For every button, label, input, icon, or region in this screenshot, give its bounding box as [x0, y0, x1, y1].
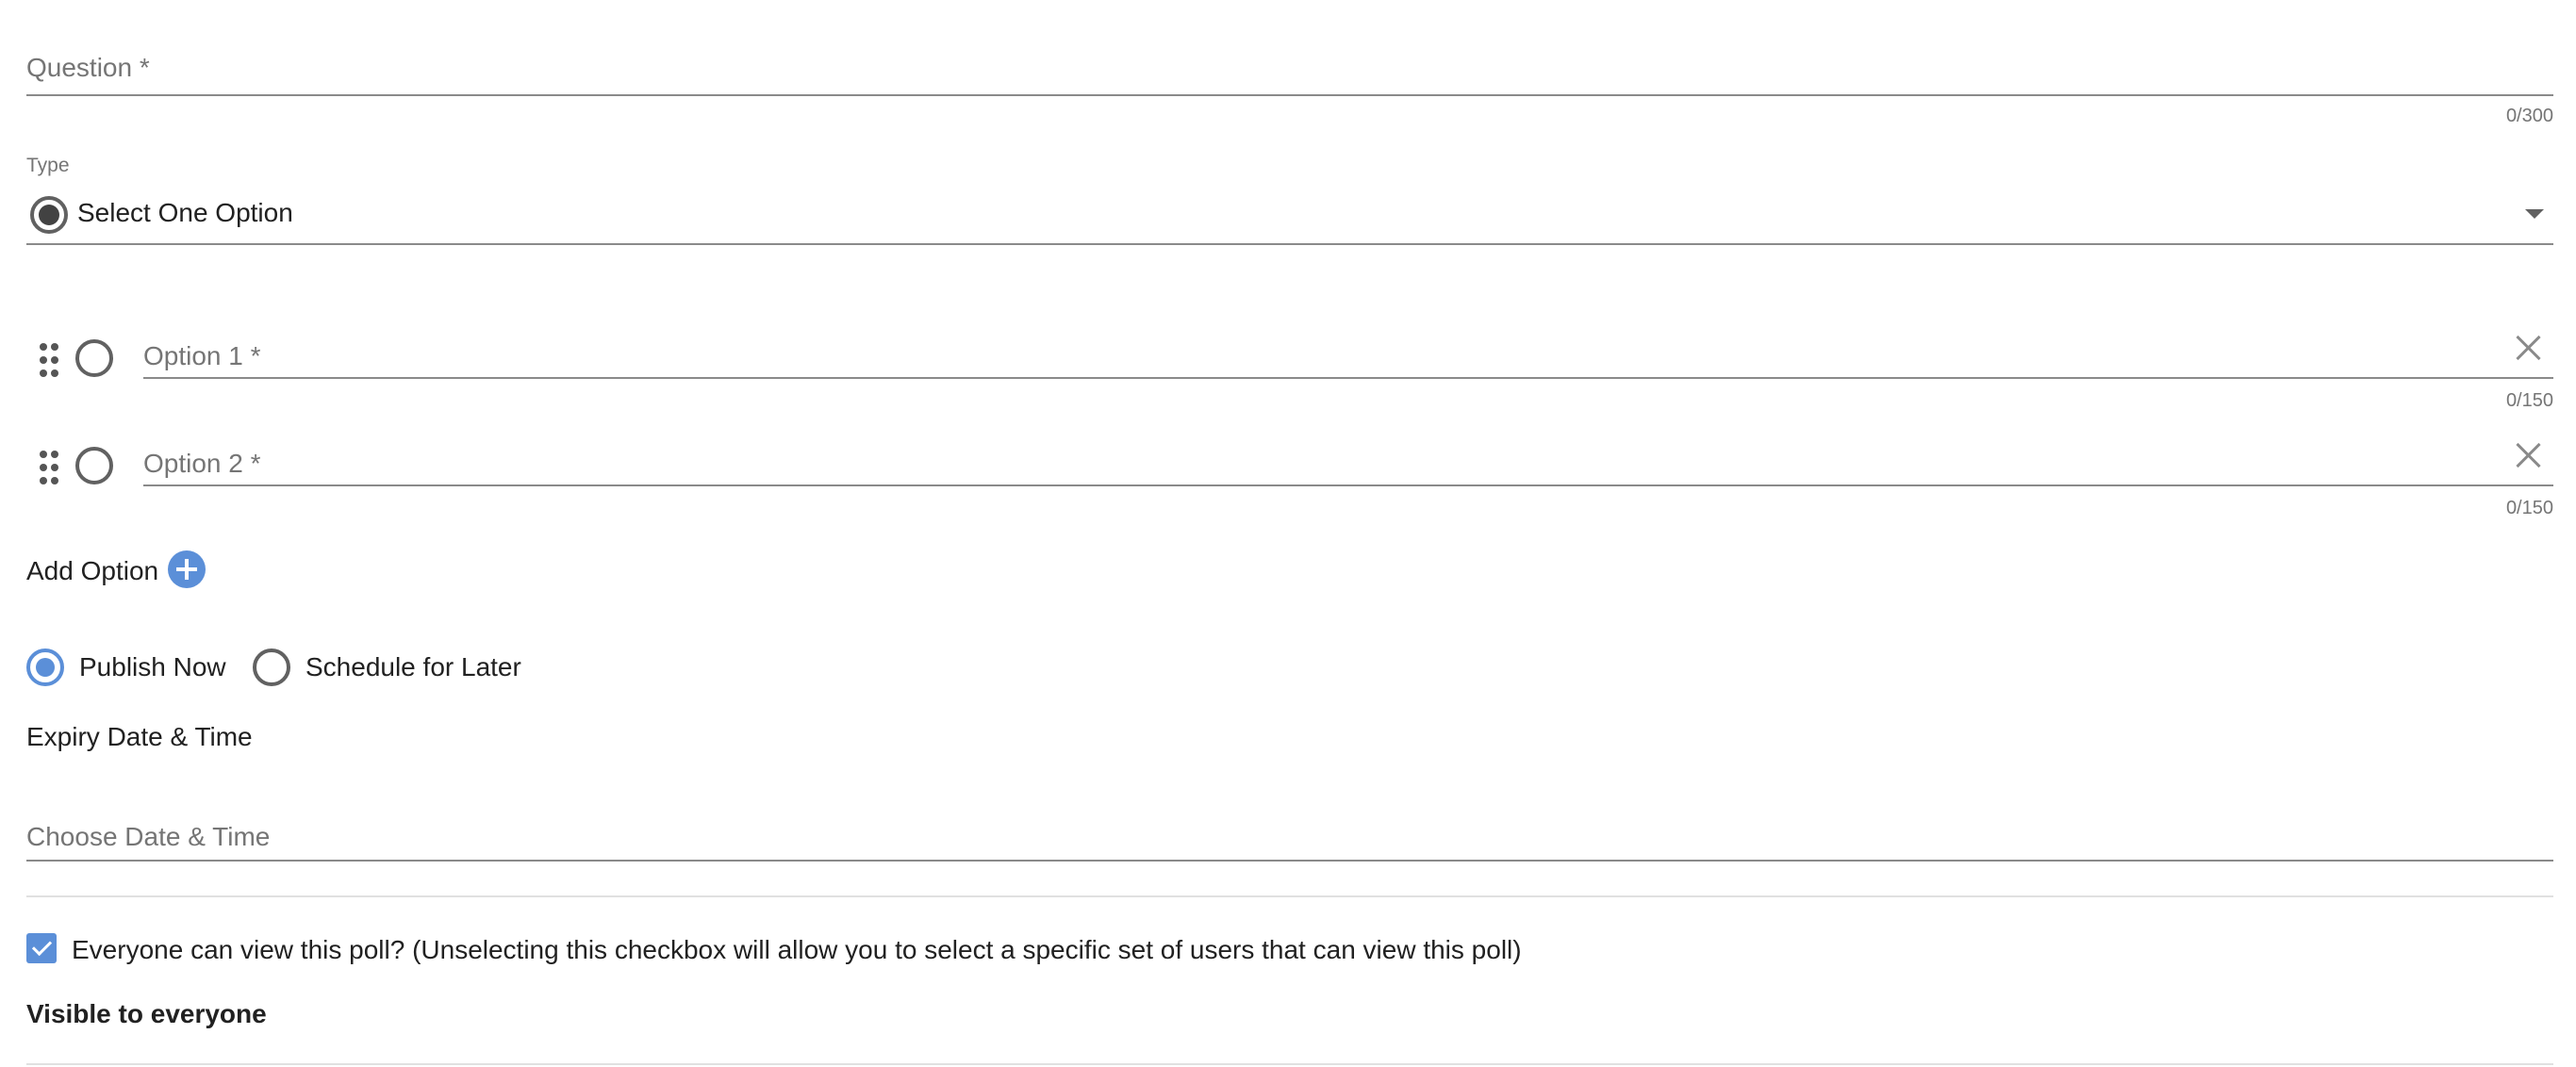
add-option-label: Add Option — [26, 556, 159, 585]
publish-now-radio[interactable]: Publish Now — [26, 647, 243, 690]
everyone-view-checkbox[interactable]: Everyone can view this poll? (Unselectin… — [26, 927, 1573, 969]
expiry-label: Expiry Date & Time — [26, 722, 253, 751]
type-select[interactable]: Select One Option — [26, 185, 2553, 243]
question-counter: 0/300 — [2505, 106, 2553, 126]
option-input[interactable]: Option 1 * — [143, 341, 261, 371]
option-underline — [143, 484, 2553, 486]
divider — [26, 1063, 2553, 1065]
option-row: Option 2 * — [26, 437, 2553, 522]
divider — [26, 895, 2553, 897]
question-placeholder: Question * — [26, 53, 150, 82]
close-icon[interactable] — [2512, 332, 2544, 364]
question-field[interactable]: Question * — [26, 38, 2553, 96]
drag-handle-icon[interactable] — [40, 451, 58, 484]
option-counter: 0/150 — [2505, 390, 2553, 411]
option-input[interactable]: Option 2 * — [143, 449, 261, 479]
schedule-later-radio[interactable]: Schedule for Later — [253, 647, 536, 690]
option-radio-icon — [75, 447, 113, 484]
chevron-down-icon — [2525, 209, 2544, 219]
visibility-status: Visible to everyone — [26, 999, 267, 1028]
option-counter: 0/150 — [2505, 498, 2553, 518]
expiry-underline — [26, 860, 2553, 862]
radio-selected-icon — [30, 196, 68, 234]
type-underline — [26, 243, 2553, 245]
schedule-later-label: Schedule for Later — [305, 652, 521, 681]
everyone-view-label: Everyone can view this poll? (Unselectin… — [72, 935, 1522, 964]
expiry-date-input[interactable]: Choose Date & Time — [26, 809, 2553, 858]
publish-now-label: Publish Now — [79, 652, 226, 681]
add-option-button[interactable]: Add Option — [26, 549, 215, 596]
checkbox-checked-icon — [26, 933, 57, 963]
question-underline — [26, 94, 2553, 96]
radio-unchecked-icon — [253, 648, 290, 686]
type-label: Type — [26, 155, 70, 176]
option-underline — [143, 377, 2553, 379]
close-icon[interactable] — [2512, 439, 2544, 471]
plus-icon — [168, 550, 206, 588]
expiry-placeholder: Choose Date & Time — [26, 822, 271, 851]
option-row: Option 1 * — [26, 330, 2553, 415]
drag-handle-icon[interactable] — [40, 343, 58, 377]
option-radio-icon — [75, 339, 113, 377]
radio-checked-icon — [26, 648, 64, 686]
type-selected-value: Select One Option — [77, 198, 293, 227]
